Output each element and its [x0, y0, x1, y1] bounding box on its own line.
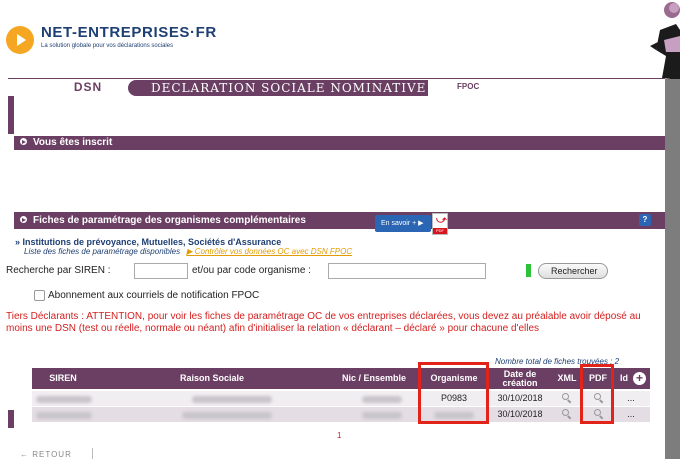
cell-id[interactable]: ... — [622, 391, 640, 406]
section-inscrit-title: Vous êtes inscrit — [33, 137, 113, 148]
cell-date: 30/10/2018 — [497, 393, 543, 403]
controler-oc-link-text[interactable]: Contrôler vos données OC avec DSN FPOC — [195, 247, 352, 256]
th-nic[interactable]: Nic / Ensemble — [330, 368, 418, 389]
brand-subtitle: La solution globale pour vos déclaration… — [41, 43, 174, 49]
left-accent-strip — [8, 96, 14, 134]
institutions-title-text: Institutions de prévoyance, Mutuelles, S… — [22, 237, 282, 247]
redacted-nic — [362, 396, 402, 403]
cell-date: 30/10/2018 — [497, 409, 543, 419]
redacted-raison-sociale — [182, 412, 272, 419]
institutions-subtitle: Liste des fiches de paramétrage disponib… — [24, 247, 352, 256]
add-icon[interactable]: + — [633, 372, 646, 385]
section-fiches-title: Fiches de paramétrage des organismes com… — [33, 215, 306, 226]
controler-oc-link[interactable]: ▶ Contrôler vos données OC avec DSN FPOC — [186, 247, 352, 256]
search-button[interactable]: Rechercher — [538, 263, 608, 279]
th-xml[interactable]: XML — [553, 368, 581, 389]
siren-label: Recherche par SIREN : — [6, 265, 111, 276]
brand-title[interactable]: NET-ENTREPRISES·FR — [41, 24, 217, 41]
bullet-arrow-icon — [20, 138, 27, 145]
en-savoir-plus-label: En savoir + — [381, 220, 417, 227]
pdf-swoosh-icon: ⤻ — [436, 215, 447, 226]
en-savoir-plus-button[interactable]: En savoir + ▶ — [375, 215, 431, 232]
pagination-page[interactable]: 1 — [337, 431, 341, 440]
code-organisme-input[interactable] — [328, 263, 486, 279]
section-inscrit[interactable]: Vous êtes inscrit — [14, 136, 665, 150]
redacted-raison-sociale — [192, 396, 272, 403]
table-row[interactable]: 30/10/2018 ... — [32, 407, 650, 422]
xml-search-icon[interactable] — [562, 393, 572, 404]
tab-declaration[interactable]: DECLARATION SOCIALE NOMINATIVE — [128, 80, 428, 96]
pdf-doc-label: PDF — [433, 228, 447, 234]
th-date[interactable]: Date de création — [487, 368, 553, 389]
code-organisme-label: et/ou par code organisme : — [192, 265, 311, 276]
institutions-subtitle-text: Liste des fiches de paramétrage disponib… — [24, 247, 181, 256]
retour-link[interactable]: ← RETOUR — [20, 450, 72, 459]
th-raison-sociale[interactable]: Raison Sociale — [94, 368, 330, 389]
notification-checkbox[interactable] — [34, 290, 45, 301]
table-header: SIREN Raison Sociale Nic / Ensemble Orga… — [32, 368, 650, 389]
scrollbar[interactable] — [665, 79, 680, 459]
cell-id[interactable]: ... — [622, 407, 640, 422]
redacted-nic — [362, 412, 402, 419]
bullet-arrow-icon — [20, 216, 27, 223]
th-id[interactable]: Id — [615, 368, 633, 389]
header-divider — [8, 78, 665, 79]
left-accent-strip-bottom — [8, 410, 14, 428]
redacted-siren — [36, 396, 92, 403]
brand-logo-icon[interactable] — [6, 26, 34, 54]
tab-dsn[interactable]: DSN — [46, 80, 130, 95]
highlight-organisme-column — [418, 362, 489, 424]
xml-search-icon[interactable] — [562, 409, 572, 420]
redacted-siren — [36, 412, 92, 419]
help-icon[interactable]: ? — [639, 214, 651, 226]
siren-input[interactable] — [134, 263, 188, 279]
footer-divider — [92, 448, 93, 459]
th-siren[interactable]: SIREN — [32, 368, 94, 389]
tiers-declarants-warning: Tiers Déclarants : ATTENTION, pour voir … — [6, 311, 641, 334]
highlight-pdf-column — [580, 364, 614, 424]
pdf-doc-icon[interactable]: ⤻ PDF — [432, 213, 448, 235]
section-fiches[interactable]: Fiches de paramétrage des organismes com… — [14, 212, 665, 229]
institutions-title: » Institutions de prévoyance, Mutuelles,… — [15, 237, 282, 247]
tab-fpoc[interactable]: FPOC — [457, 82, 479, 91]
status-indicator — [526, 264, 531, 277]
notification-label[interactable]: Abonnement aux courriels de notification… — [48, 290, 259, 301]
table-row[interactable]: P0983 30/10/2018 ... — [32, 391, 650, 406]
mascot-icon — [650, 2, 680, 80]
